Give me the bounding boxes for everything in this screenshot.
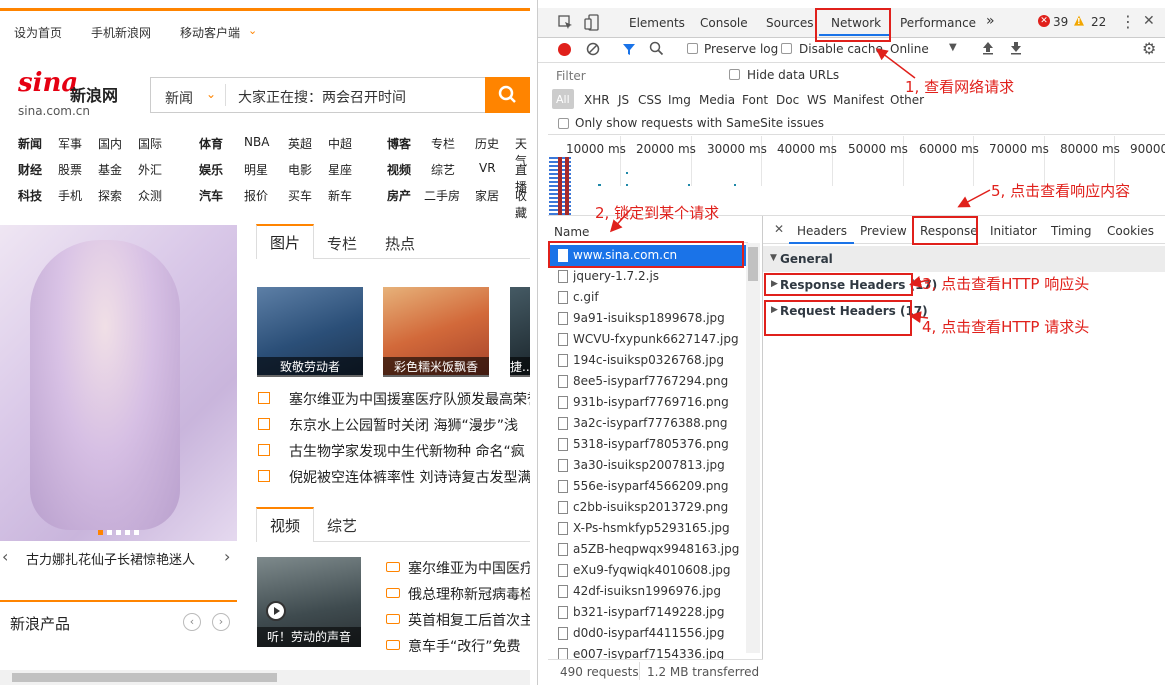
annotation-3: 3, 点击查看HTTP 响应头 xyxy=(922,275,1090,293)
annotation-4: 4, 点击查看HTTP 请求头 xyxy=(922,318,1090,336)
annotation-1: 1, 查看网络请求 xyxy=(905,78,1015,96)
annotation-5: 5, 点击查看响应内容 xyxy=(991,182,1131,200)
annotation-arrows xyxy=(609,48,991,324)
annotation-2: 2, 锁定到某个请求 xyxy=(595,204,720,222)
